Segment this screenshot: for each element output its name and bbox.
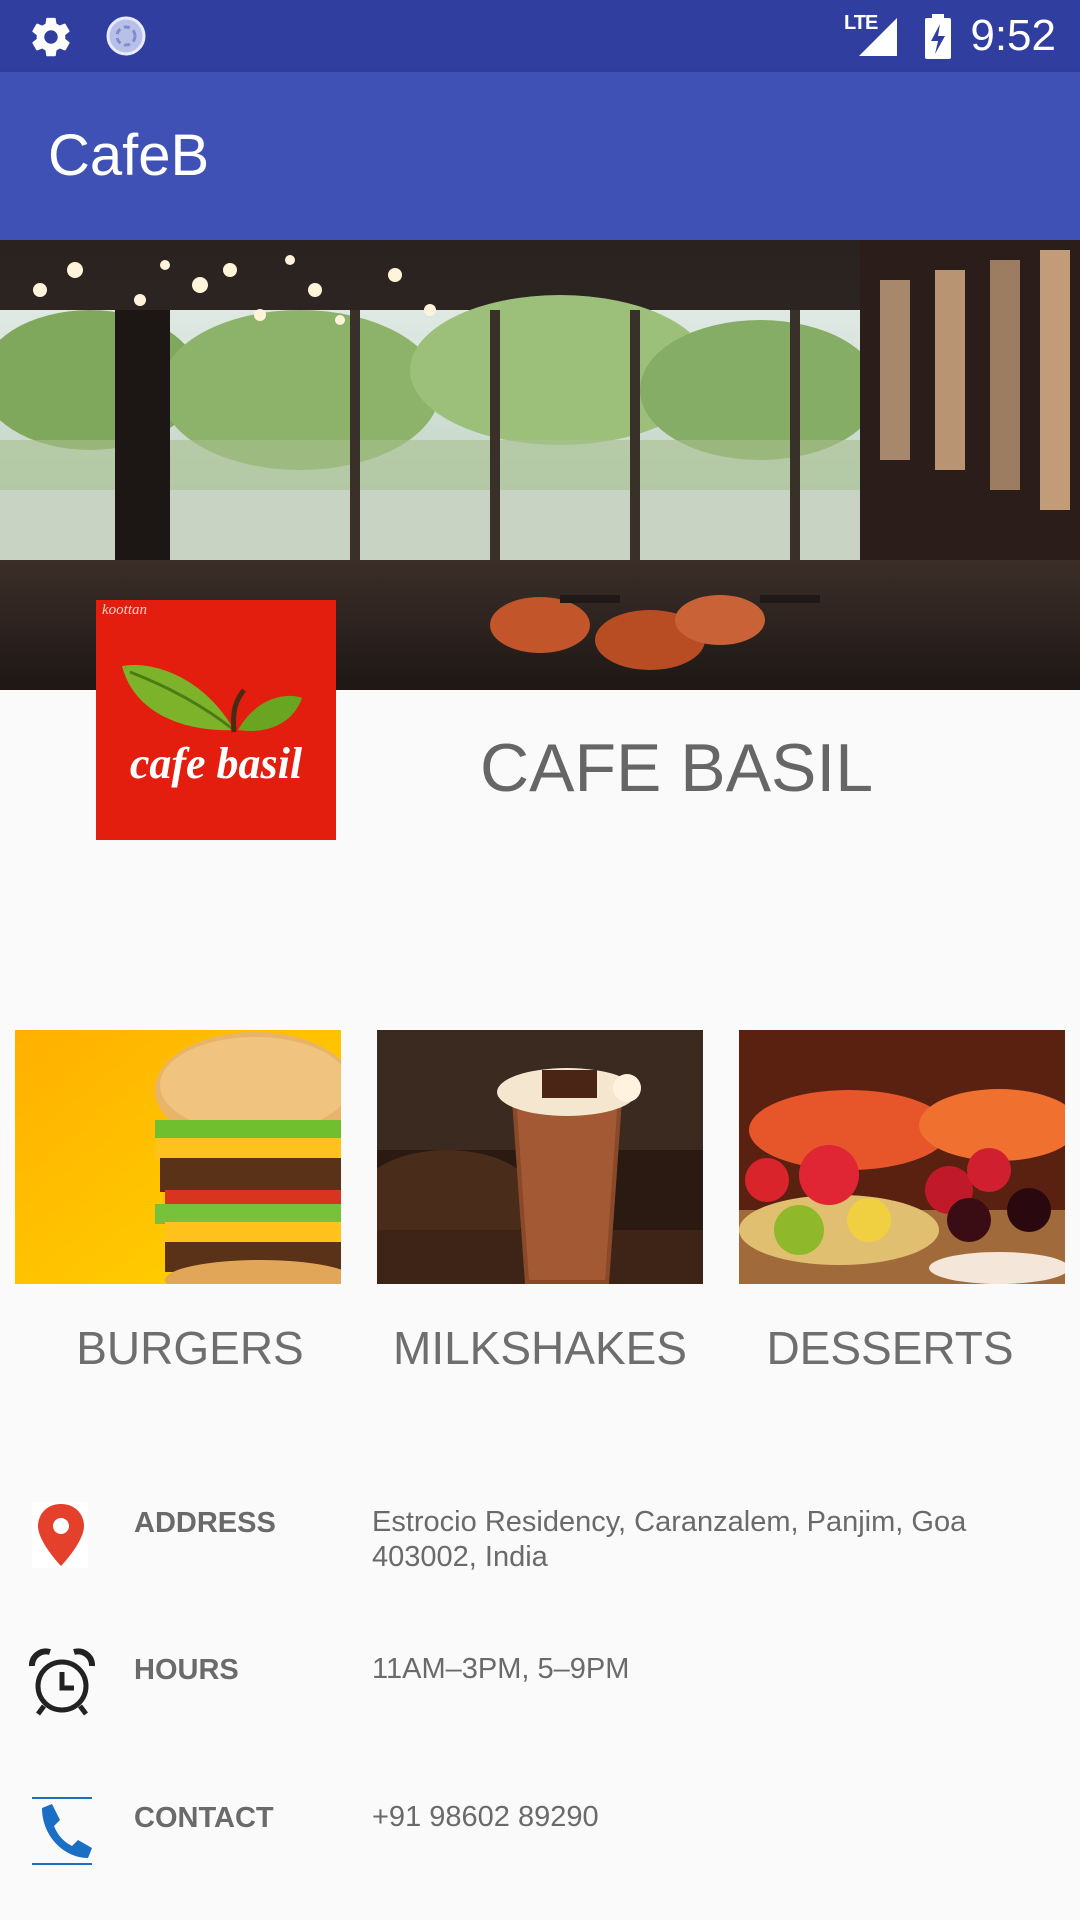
settings-icon	[32, 17, 70, 57]
phone-icon[interactable]	[28, 1796, 98, 1866]
basil-leaf-icon	[122, 664, 302, 733]
cafe-name-heading: CAFE BASIL	[480, 730, 874, 806]
milkshake-photo	[377, 1030, 703, 1284]
address-label: ADDRESS	[134, 1507, 276, 1539]
status-bar: LTE 9:52	[0, 0, 1080, 72]
burgers-image[interactable]	[15, 1030, 341, 1284]
hours-value: 11AM–3PM, 5–9PM	[372, 1653, 630, 1685]
alarm-clock-icon	[29, 1648, 95, 1716]
burger-photo	[15, 1030, 341, 1284]
logo-name: cafe basil	[129, 739, 303, 788]
category-label-burgers[interactable]: BURGERS	[10, 1320, 370, 1376]
category-label-milkshakes[interactable]: MILKSHAKES	[360, 1320, 720, 1376]
contact-label: CONTACT	[134, 1802, 274, 1834]
app-title: CafeB	[48, 123, 210, 188]
desserts-photo	[739, 1030, 1065, 1284]
cafe-logo: koottan cafe basil	[96, 600, 336, 840]
category-label-desserts[interactable]: DESSERTS	[710, 1320, 1070, 1376]
milkshakes-image[interactable]	[377, 1030, 703, 1284]
logo-watermark-text: koottan	[102, 602, 147, 618]
hours-label: HOURS	[134, 1654, 239, 1686]
sync-icon	[106, 16, 146, 56]
status-clock: 9:52	[970, 11, 1056, 60]
app-bar: CafeB	[0, 72, 1080, 240]
desserts-image[interactable]	[739, 1030, 1065, 1284]
contact-value[interactable]: +91 98602 89290	[372, 1800, 1012, 1835]
battery-charging-icon	[925, 14, 951, 59]
location-pin-icon	[32, 1502, 88, 1568]
signal-icon	[859, 18, 897, 56]
address-value: Estrocio Residency, Caranzalem, Panjim, …	[372, 1506, 967, 1573]
